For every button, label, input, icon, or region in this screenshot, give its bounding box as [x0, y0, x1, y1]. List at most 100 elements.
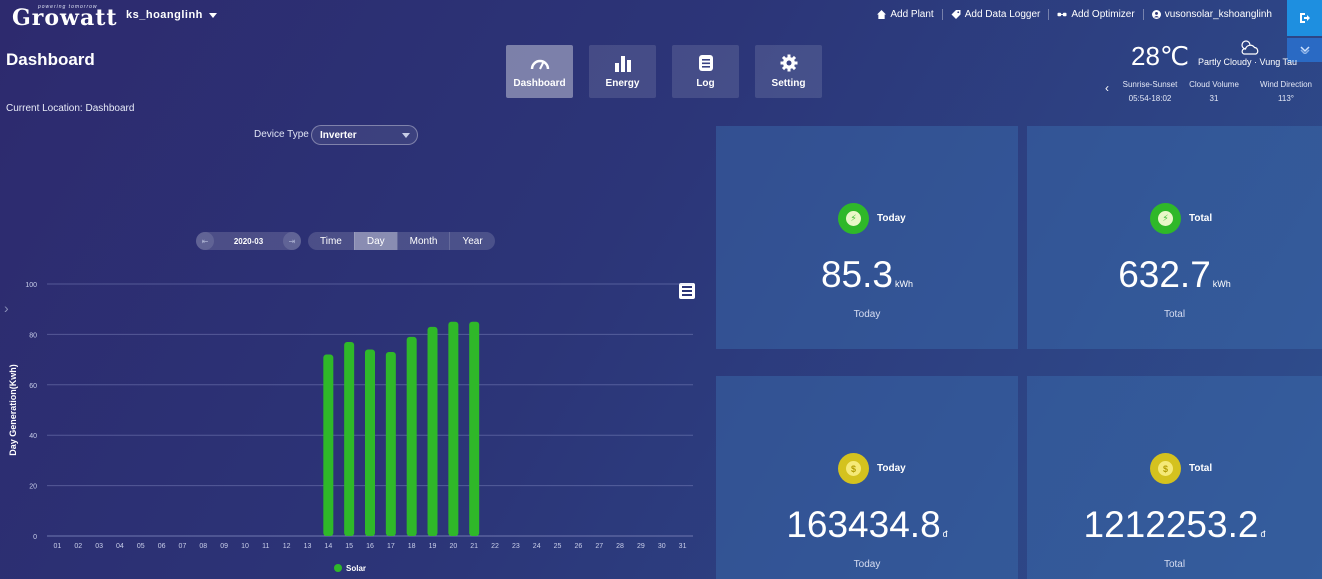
y-tick-label: 20	[29, 484, 37, 491]
add-data-logger-label: Add Data Logger	[964, 9, 1041, 20]
sunrise-sunset: Sunrise-Sunset 05:54-18:02	[1115, 78, 1185, 106]
x-tick-label: 12	[283, 543, 291, 550]
x-tick-label: 15	[345, 543, 353, 550]
weather-widget: 28℃ Partly Cloudy · Vung Tau ‹ Sunrise-S…	[1105, 38, 1322, 108]
money-today-head: $ Today	[838, 453, 906, 484]
x-tick-label: 10	[241, 543, 249, 550]
bar	[365, 349, 375, 536]
account-name: ks_hoanglinh	[126, 9, 203, 21]
range-tab-year[interactable]: Year	[449, 232, 494, 250]
caret-down-icon	[402, 133, 410, 138]
date-value[interactable]: 2020-03	[234, 237, 263, 246]
bar	[406, 336, 417, 536]
energy-total-card: ⚡ Total 632.7 kWh Total	[1027, 126, 1322, 349]
money-today-label: Today	[877, 463, 906, 474]
energy-total-head: ⚡ Total	[1150, 203, 1212, 234]
x-tick-label: 21	[470, 543, 478, 550]
tab-dashboard-label: Dashboard	[513, 78, 566, 89]
x-tick-label: 26	[574, 543, 582, 550]
growatt-logo[interactable]: powering tomorrow Growatt	[12, 2, 117, 31]
add-data-logger-link[interactable]: Add Data Logger	[941, 9, 1049, 20]
energy-today-sub: Today	[853, 309, 881, 320]
user-profile-link[interactable]: vusonsolar_kshoanglinh	[1142, 9, 1280, 20]
energy-total-value: 632.7 kWh	[1027, 254, 1322, 296]
account-dropdown[interactable]: ks_hoanglinh	[126, 9, 217, 21]
add-optimizer-label: Add Optimizer	[1071, 9, 1135, 20]
y-tick-label: 0	[33, 534, 37, 541]
bar-chart-icon	[613, 54, 633, 72]
date-picker: ⇤ 2020-03 ⇥	[196, 232, 301, 250]
user-profile-label: vusonsolar_kshoanglinh	[1164, 9, 1272, 20]
sun-icon: ⚡	[1150, 203, 1181, 234]
logout-button[interactable]	[1287, 0, 1322, 36]
x-tick-label: 01	[54, 543, 62, 550]
x-tick-label: 28	[616, 543, 624, 550]
partly-cloudy-icon	[1241, 40, 1259, 55]
y-tick-label: 100	[25, 282, 37, 289]
x-tick-label: 29	[637, 543, 645, 550]
wind-value: 113°	[1278, 94, 1294, 103]
tag-icon	[951, 10, 961, 19]
money-total-value: 1212253.2 đ	[1027, 504, 1322, 546]
device-type-select[interactable]: Inverter	[311, 125, 418, 145]
range-tab-day[interactable]: Day	[353, 232, 397, 250]
x-tick-label: 11	[262, 543, 269, 550]
tab-dashboard[interactable]: Dashboard	[506, 45, 573, 98]
x-tick-label: 17	[387, 543, 395, 550]
user-icon	[1151, 10, 1161, 19]
money-today-value: 163434.8 đ	[716, 504, 1018, 546]
tab-energy-label: Energy	[605, 78, 640, 89]
x-tick-label: 14	[324, 543, 332, 550]
sunrise-value: 05:54-18:02	[1128, 94, 1172, 103]
add-optimizer-link[interactable]: Add Optimizer	[1048, 9, 1142, 20]
sun-icon: ⚡	[838, 203, 869, 234]
energy-today-card: ⚡ Today 85.3 kWh Today	[716, 126, 1018, 349]
energy-today-label: Today	[877, 213, 906, 224]
temperature: 28℃	[1131, 41, 1190, 71]
wind-label: Wind Direction	[1259, 80, 1312, 89]
add-plant-link[interactable]: Add Plant	[869, 9, 941, 20]
tab-log-label: Log	[696, 78, 715, 89]
range-tab-month[interactable]: Month	[396, 232, 450, 250]
stats-panel: ⚡ Today 85.3 kWh Today ⚡ Total 632.7 kWh T…	[716, 126, 1322, 579]
weather-condition: Partly Cloudy · Vung Tau	[1198, 57, 1298, 67]
coin-icon: $	[1150, 453, 1181, 484]
x-tick-label: 18	[408, 543, 416, 550]
wind-direction: Wind Direction 113°	[1251, 78, 1321, 106]
link-icon	[1057, 12, 1067, 17]
money-total-card: $ Total 1212253.2 đ Total	[1027, 376, 1322, 579]
range-tab-time[interactable]: Time	[308, 232, 354, 250]
next-date-button[interactable]: ⇥	[282, 232, 301, 250]
money-total-label: Total	[1189, 463, 1213, 474]
tab-energy[interactable]: Energy	[589, 45, 656, 98]
page-title: Dashboard	[6, 50, 95, 69]
money-today-card: $ Today 163434.8 đ Today	[716, 376, 1018, 579]
x-tick-label: 27	[595, 543, 603, 550]
x-tick-label: 07	[179, 543, 187, 550]
tab-log[interactable]: Log	[672, 45, 739, 98]
money-total-sub: Total	[1163, 559, 1186, 570]
cloud-label: Cloud Volume	[1189, 80, 1239, 89]
money-total-head: $ Total	[1150, 453, 1212, 484]
logout-icon	[1299, 13, 1310, 23]
bar	[427, 326, 438, 536]
y-tick-label: 40	[29, 433, 37, 440]
y-tick-label: 80	[29, 332, 37, 339]
cloud-volume: Cloud Volume 31	[1183, 78, 1245, 106]
money-today-number: 163434.8	[786, 504, 941, 545]
tab-setting-label: Setting	[771, 78, 806, 89]
energy-total-number: 632.7	[1118, 254, 1211, 295]
x-tick-label: 06	[158, 543, 166, 550]
caret-down-icon	[208, 12, 217, 18]
x-tick-label: 24	[533, 543, 541, 550]
legend-label: Solar	[346, 564, 366, 573]
chevron-left-icon[interactable]: ‹	[1105, 81, 1109, 95]
top-links: Add Plant Add Data Logger Add Optimizer …	[869, 9, 1280, 20]
x-tick-label: 04	[116, 543, 124, 550]
energy-total-label: Total	[1189, 213, 1213, 224]
x-tick-label: 08	[199, 543, 207, 550]
main-nav: Dashboard Energy Log Setting	[506, 45, 822, 98]
tab-setting[interactable]: Setting	[755, 45, 822, 98]
x-tick-label: 20	[449, 543, 457, 550]
prev-date-button[interactable]: ⇤	[196, 232, 214, 250]
